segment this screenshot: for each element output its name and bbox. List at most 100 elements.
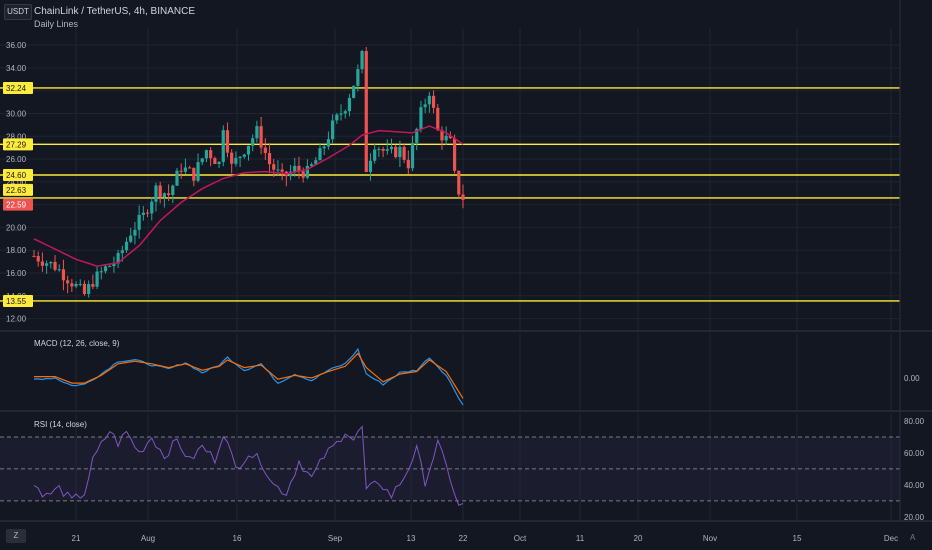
price-tick-label: 12.00 [6,315,27,324]
candle-body [402,146,406,160]
rsi-tick-label: 60.00 [904,449,925,458]
time-tick-label: 15 [793,534,802,543]
candle-body [188,167,192,169]
candle-body [389,146,394,150]
rsi-tick-label: 40.00 [904,481,925,490]
candle-body [133,229,137,236]
time-tick-label: 20 [634,534,643,543]
candle-body [335,114,339,121]
candle-body [364,51,368,172]
time-tick-label: Sep [328,534,343,543]
candle-body [339,113,343,115]
candle-body [158,185,162,198]
candle-body [200,158,204,163]
price-tag-label: 32.24 [6,84,27,93]
price-tag-label: 22.63 [6,186,27,195]
candle-body [204,150,209,159]
candle-body [45,263,49,266]
candle-body [209,150,213,159]
candle-body [141,212,145,215]
candle-body [108,266,112,268]
candle-body [246,145,251,155]
time-tick-label: 22 [459,534,468,543]
candle-body [423,104,427,108]
rsi-tick-label: 80.00 [904,417,925,426]
candle-body [452,138,457,171]
price-tick-label: 18.00 [6,246,27,255]
candle-body [305,166,309,178]
price-tick-label: 16.00 [6,269,27,278]
candle-body [162,193,166,198]
candle-body [255,126,259,139]
candle-body [410,142,415,169]
candle-body [276,169,280,171]
candle-body [259,126,263,148]
candle-body [326,139,331,147]
price-tick-label: 20.00 [6,223,27,232]
indicator-label: Daily Lines [34,19,79,29]
candle-body [154,185,158,202]
macd-tick-label: 0.00 [904,374,920,383]
candle-body [267,152,272,165]
candle-body [175,170,179,186]
time-tick-label: 11 [576,534,585,543]
candle-body [32,255,36,257]
auto-scale-button[interactable]: A [910,533,915,542]
candle-body [368,160,373,172]
candle-body [427,95,431,105]
candle-body [145,212,150,214]
candle-body [129,235,133,242]
candle-body [192,167,196,181]
candle-body [293,165,297,172]
candle-body [360,51,364,70]
rsi-title: RSI (14, close) [34,420,87,429]
trading-chart[interactable]: 12.0014.0016.0018.0020.0022.0024.0026.00… [0,0,932,550]
candle-body [457,170,461,195]
candle-body [40,261,45,266]
candle-body [49,261,53,264]
candle-body [318,148,322,161]
candle-body [53,261,57,270]
candle-body [61,269,66,281]
time-tick-label: Nov [703,534,717,543]
currency-unit-button[interactable]: USDT [4,4,32,20]
price-tick-label: 26.00 [6,155,27,164]
candle-body [91,284,95,287]
candle-body [301,171,305,178]
price-tick-label: 36.00 [6,41,27,50]
candle-body [137,214,141,230]
candle-body [352,85,356,98]
candle-body [95,271,99,287]
candle-body [36,256,40,262]
candle-body [419,107,423,130]
candle-body [57,269,61,271]
candle-body [179,170,183,172]
time-tick-label: Aug [141,534,155,543]
goto-date-button[interactable]: Z [6,529,26,543]
candle-body [272,164,276,170]
candle-body [373,149,377,161]
time-tick-label: 13 [407,534,416,543]
candle-body [398,146,402,158]
candle-body [213,158,217,165]
candle-body [238,156,242,158]
candle-body [87,284,91,295]
macd-title: MACD (12, 26, close, 9) [34,339,120,348]
candle-body [377,149,381,151]
price-tag-label: 24.60 [6,171,27,180]
candle-body [356,69,360,86]
candle-body [263,147,267,153]
candle-body [99,271,103,273]
candle-body [394,146,398,158]
candle-body [251,138,255,146]
candle-body [171,185,175,195]
candle-body [436,107,440,131]
price-tick-label: 30.00 [6,109,27,118]
candle-body [230,152,234,164]
rsi-tick-label: 20.00 [904,513,925,522]
candle-body [234,157,238,164]
candle-body [166,193,171,195]
candle-body [183,167,188,172]
candle-body [385,149,389,151]
candle-body [221,130,225,162]
